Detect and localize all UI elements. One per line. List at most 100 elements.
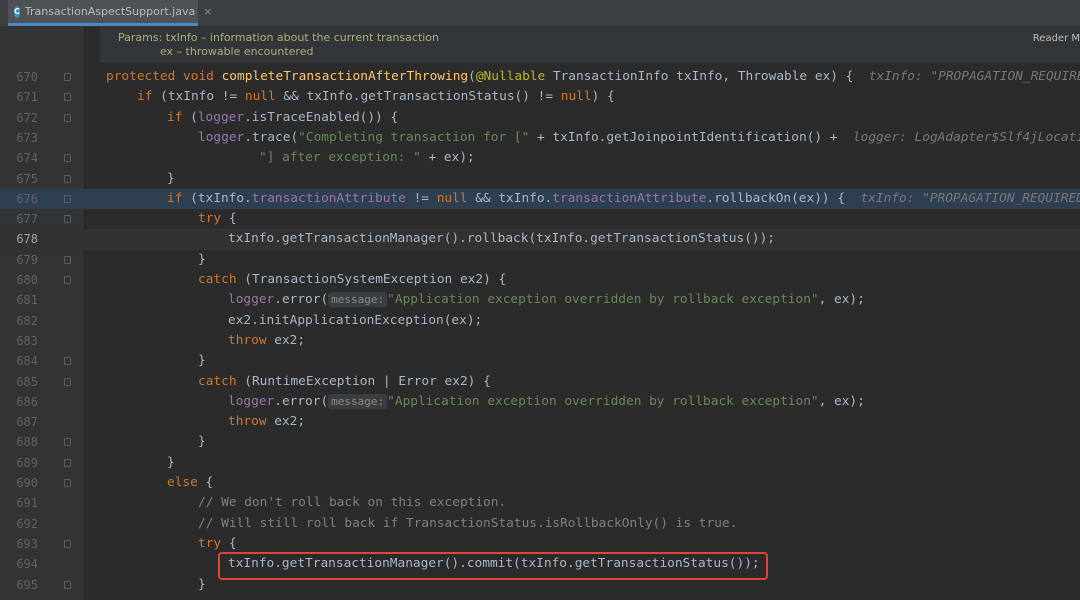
code-line[interactable]: 683 throw ex2; [0,331,1080,351]
code-line[interactable]: 671 if (txInfo != null && txInfo.getTran… [0,87,1080,107]
keyword: if [137,89,153,105]
method-name: completeTransactionAfterThrowing [221,69,469,84]
fold-marker-icon[interactable] [64,174,71,183]
code-text: } [198,434,206,450]
code-line[interactable]: 680 catch (TransactionSystemException ex… [0,270,1080,290]
editor-tab[interactable]: C TransactionAspectSupport.java × [8,0,212,26]
code-line-current[interactable]: 678 txInfo.getTransactionManager().rollb… [0,229,1080,250]
code-comment: // We don't roll back on this exception. [198,495,507,511]
inline-debug-hint: txInfo: "PROPAGATION_REQUIRED, [860,190,1080,206]
code-line[interactable]: 690 else { [0,473,1080,493]
code-line[interactable]: 686 logger.error(message: "Application ex… [0,392,1080,412]
code-line[interactable]: 677 try { [0,209,1080,229]
code-line[interactable]: 674 "] after exception: " + ex); [0,148,1080,168]
line-number: 672 [16,110,38,125]
line-number: 688 [16,435,38,450]
line-number: 682 [16,313,38,328]
line-number: 693 [16,536,38,551]
field-name: logger [198,129,245,145]
code-text: .error( [274,393,329,409]
code-line[interactable]: 672 if (logger.isTraceEnabled()) { [0,108,1080,128]
fold-marker-icon[interactable] [64,113,71,122]
annotation: @Nullable [475,69,546,84]
line-number: 678 [16,232,38,247]
line-number: 670 [16,70,38,84]
code-line[interactable]: 692 // Will still roll back if Transacti… [0,514,1080,534]
keyword: else [167,475,198,490]
line-number: 671 [16,90,38,105]
code-line-execution-point[interactable]: 676 if (txInfo.transactionAttribute != n… [0,188,1080,210]
fold-marker-icon[interactable] [64,93,71,102]
code-text: .isTraceEnabled()) { [244,109,399,125]
keyword: protected void [106,69,222,84]
line-number: 674 [16,151,38,166]
code-line[interactable]: 685 catch (RuntimeException | Error ex2)… [0,372,1080,392]
code-line[interactable]: 673 logger.trace("Completing transaction… [0,128,1080,148]
fold-marker-icon[interactable] [64,194,71,203]
fold-marker-icon[interactable] [64,215,71,224]
fold-marker-icon[interactable] [64,377,71,386]
line-number: 676 [16,191,38,206]
code-text: .error( [274,292,329,308]
code-text: , ex); [818,393,865,409]
parameter-hint: message: [328,292,388,308]
field-name: logger [228,292,275,308]
fold-marker-icon[interactable] [64,276,71,284]
rendered-javadoc: Params: txInfo – information about the c… [100,27,1080,63]
code-text: } [198,353,206,369]
keyword: try [198,535,222,551]
fold-marker-icon[interactable] [64,458,71,467]
line-number: 679 [16,252,38,267]
reader-mode-label[interactable]: Reader M [1033,33,1080,44]
line-number: 686 [16,394,38,409]
code-text: ex2.initApplicationException(ex); [228,312,483,328]
code-line[interactable]: 687 throw ex2; [0,412,1080,432]
code-text: txInfo.getTransactionManager().rollback(… [228,231,776,247]
tab-label: TransactionAspectSupport.java [24,5,196,18]
fold-marker-icon[interactable] [64,539,71,548]
line-number: 692 [16,516,38,531]
keyword: null [244,89,276,105]
code-text: && txInfo.getTransactionStatus() != [275,89,561,105]
keyword: if [167,109,183,125]
code-line[interactable]: 670 protected void completeTransactionAf… [0,67,1080,87]
code-text: ) { [591,89,615,105]
fold-marker-icon[interactable] [64,479,71,487]
line-number: 685 [16,374,38,389]
code-line[interactable]: 689 } [0,453,1080,473]
line-number: 694 [16,557,38,572]
fold-marker-icon[interactable] [64,357,71,366]
field-name: logger [197,109,245,125]
code-text: (RuntimeException | Error ex2) { [236,373,491,389]
fold-marker-icon[interactable] [64,580,71,589]
keyword: try [198,211,222,227]
code-line[interactable]: 681 logger.error(message: "Application ex… [0,290,1080,310]
keyword: if [167,190,183,206]
code-text: ex2; [266,332,306,348]
code-line[interactable]: 675 } [0,169,1080,189]
code-line[interactable]: 691 // We don't roll back on this except… [0,493,1080,513]
fold-marker-icon[interactable] [64,73,71,81]
keyword: catch [198,272,237,287]
fold-marker-icon[interactable] [64,255,71,264]
line-number: 687 [16,415,38,430]
code-text: ( [182,109,198,125]
code-text: && txInfo. [467,190,553,206]
line-number: 689 [16,455,38,470]
code-text: { [221,535,237,551]
code-text: + ex); [420,150,475,166]
code-line[interactable]: 682 ex2.initApplicationException(ex); [0,311,1080,331]
code-text: } [167,170,175,186]
tab-close-icon[interactable]: × [203,5,212,18]
string-literal: "Application exception overridden by rol… [387,292,819,308]
code-text: TransactionInfo txInfo, Throwable ex) { [545,69,869,84]
code-text: .rollbackOn(ex)) { [706,190,861,206]
code-line[interactable]: 679 } [0,250,1080,270]
string-literal: "Application exception overridden by rol… [387,393,819,409]
java-class-icon: C [14,5,20,18]
code-line[interactable]: 684 } [0,351,1080,371]
fold-marker-icon[interactable] [64,438,71,447]
code-line[interactable]: 688 } [0,432,1080,452]
code-text: (TransactionSystemException ex2) { [236,272,507,287]
fold-marker-icon[interactable] [64,154,71,163]
